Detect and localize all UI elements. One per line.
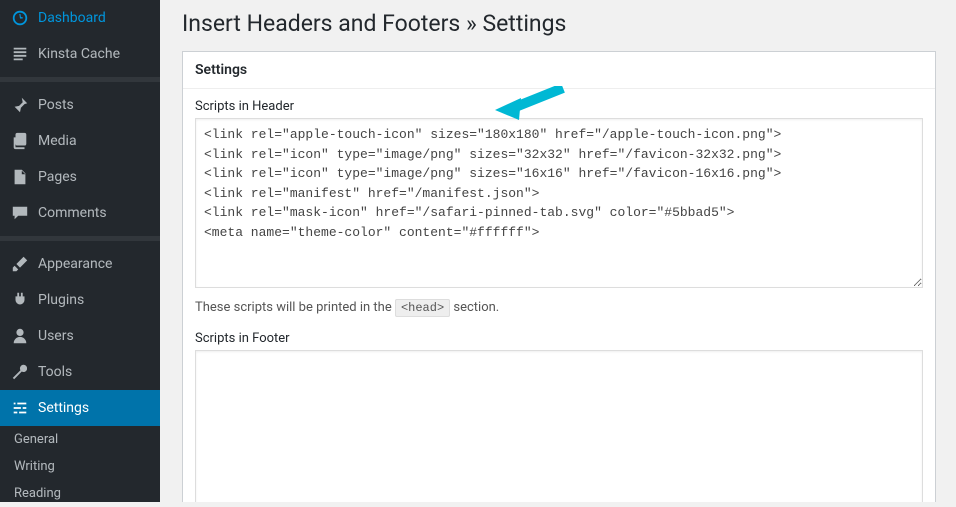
panel-heading: Settings [183,52,935,89]
submenu-item-writing[interactable]: Writing [0,453,160,480]
panel-body: Scripts in Header These scripts will be … [183,89,935,502]
sidebar-item-label: Settings [38,400,89,416]
header-scripts-label: Scripts in Header [195,99,923,114]
sliders-icon [10,398,30,418]
page-title: Insert Headers and Footers » Settings [182,10,936,37]
menu-separator [0,77,160,82]
sidebar-item-appearance[interactable]: Appearance [0,246,160,282]
admin-sidebar: Dashboard Kinsta Cache Posts Media Pages… [0,0,160,502]
sidebar-item-label: Kinsta Cache [38,46,120,62]
sidebar-item-comments[interactable]: Comments [0,195,160,231]
sidebar-item-media[interactable]: Media [0,123,160,159]
media-icon [10,131,30,151]
pin-icon [10,95,30,115]
sidebar-item-users[interactable]: Users [0,318,160,354]
sidebar-item-label: Users [38,328,74,344]
menu-separator [0,236,160,241]
footer-scripts-label: Scripts in Footer [195,331,923,346]
comment-icon [10,203,30,223]
header-help-text: These scripts will be printed in the <he… [195,300,923,315]
sidebar-item-settings[interactable]: Settings [0,390,160,426]
sidebar-item-pages[interactable]: Pages [0,159,160,195]
page-icon [10,167,30,187]
header-scripts-textarea[interactable] [195,118,923,288]
sidebar-item-label: Posts [38,97,74,113]
sidebar-item-label: Appearance [38,256,112,272]
brush-icon [10,254,30,274]
dashboard-icon [10,8,30,28]
settings-panel: Settings Scripts in Header These scripts… [182,51,936,502]
sidebar-item-label: Dashboard [38,10,106,26]
main-content: Insert Headers and Footers » Settings Se… [160,0,956,502]
submenu-item-reading[interactable]: Reading [0,480,160,507]
wrench-icon [10,362,30,382]
sidebar-item-label: Tools [38,364,72,380]
sidebar-item-label: Media [38,133,77,149]
sidebar-item-label: Pages [38,169,77,185]
sidebar-item-kinsta-cache[interactable]: Kinsta Cache [0,36,160,72]
analytics-icon [10,44,30,64]
sidebar-item-plugins[interactable]: Plugins [0,282,160,318]
sidebar-item-dashboard[interactable]: Dashboard [0,0,160,36]
submenu-item-general[interactable]: General [0,426,160,453]
sidebar-item-posts[interactable]: Posts [0,87,160,123]
user-icon [10,326,30,346]
plugin-icon [10,290,30,310]
head-code: <head> [395,299,450,317]
sidebar-item-label: Comments [38,205,107,221]
sidebar-item-label: Plugins [38,292,84,308]
footer-scripts-textarea[interactable] [195,350,923,502]
sidebar-item-tools[interactable]: Tools [0,354,160,390]
